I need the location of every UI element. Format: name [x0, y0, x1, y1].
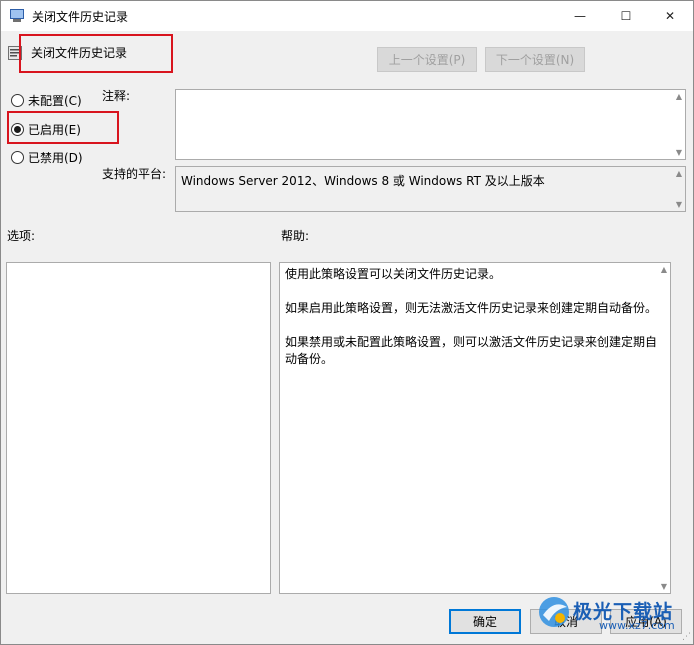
policy-app-icon [10, 9, 24, 22]
scroll-up-icon[interactable]: ▲ [661, 265, 667, 274]
radio-disabled[interactable]: 已禁用(D) [11, 149, 83, 166]
supported-on-value: Windows Server 2012、Windows 8 或 Windows … [181, 174, 545, 188]
title-bar[interactable]: 关闭文件历史记录 — ☐ ✕ [1, 1, 693, 31]
minimize-button[interactable]: — [557, 1, 603, 31]
scroll-up-icon[interactable]: ▲ [676, 92, 682, 101]
radio-label: 未配置(C) [28, 94, 82, 108]
close-button[interactable]: ✕ [647, 1, 693, 31]
supported-on-field: Windows Server 2012、Windows 8 或 Windows … [175, 166, 686, 212]
help-paragraph: 如果禁用或未配置此策略设置，则可以激活文件历史记录来创建定期自动备份。 [285, 335, 658, 366]
options-label: 选项: [7, 229, 36, 243]
watermark-logo-icon [539, 597, 569, 627]
scroll-up-icon[interactable]: ▲ [676, 169, 682, 178]
maximize-icon: ☐ [620, 9, 632, 23]
maximize-button[interactable]: ☐ [603, 1, 649, 31]
highlight-box-policy-name [19, 34, 173, 73]
help-label: 帮助: [281, 229, 310, 243]
radio-not-configured[interactable]: 未配置(C) [11, 92, 82, 109]
watermark: 极光下载站 www.xz7.com [537, 591, 687, 635]
help-panel[interactable]: 使用此策略设置可以关闭文件历史记录。 如果启用此策略设置，则无法激活文件历史记录… [279, 262, 671, 594]
radio-label: 已禁用(D) [28, 151, 83, 165]
scroll-down-icon[interactable]: ▼ [676, 148, 682, 157]
comment-label: 注释: [102, 89, 131, 103]
resize-grip-icon[interactable]: ⋰ [682, 632, 691, 642]
options-panel[interactable] [6, 262, 271, 594]
supported-on-label: 支持的平台: [102, 167, 167, 181]
scroll-down-icon[interactable]: ▼ [661, 582, 667, 591]
radio-circle[interactable] [11, 151, 24, 164]
policy-dialog-window: 关闭文件历史记录 — ☐ ✕ 关闭文件历史记录 上一个设置(P) 下一个设置(N… [0, 0, 694, 645]
radio-circle[interactable] [11, 94, 24, 107]
comment-textarea[interactable]: ▲ ▼ [175, 89, 686, 160]
ok-button[interactable]: 确定 [449, 609, 521, 634]
help-paragraph: 使用此策略设置可以关闭文件历史记录。 [285, 267, 502, 281]
help-paragraph: 如果启用此策略设置，则无法激活文件历史记录来创建定期自动备份。 [285, 301, 658, 315]
scroll-down-icon[interactable]: ▼ [676, 200, 682, 209]
watermark-url: www.xz7.com [599, 619, 675, 632]
close-icon: ✕ [664, 9, 676, 23]
next-setting-button[interactable]: 下一个设置(N) [485, 47, 585, 72]
minimize-icon: — [574, 9, 586, 23]
highlight-box-enabled [7, 111, 119, 144]
previous-setting-button[interactable]: 上一个设置(P) [377, 47, 477, 72]
window-title: 关闭文件历史记录 [32, 10, 129, 24]
